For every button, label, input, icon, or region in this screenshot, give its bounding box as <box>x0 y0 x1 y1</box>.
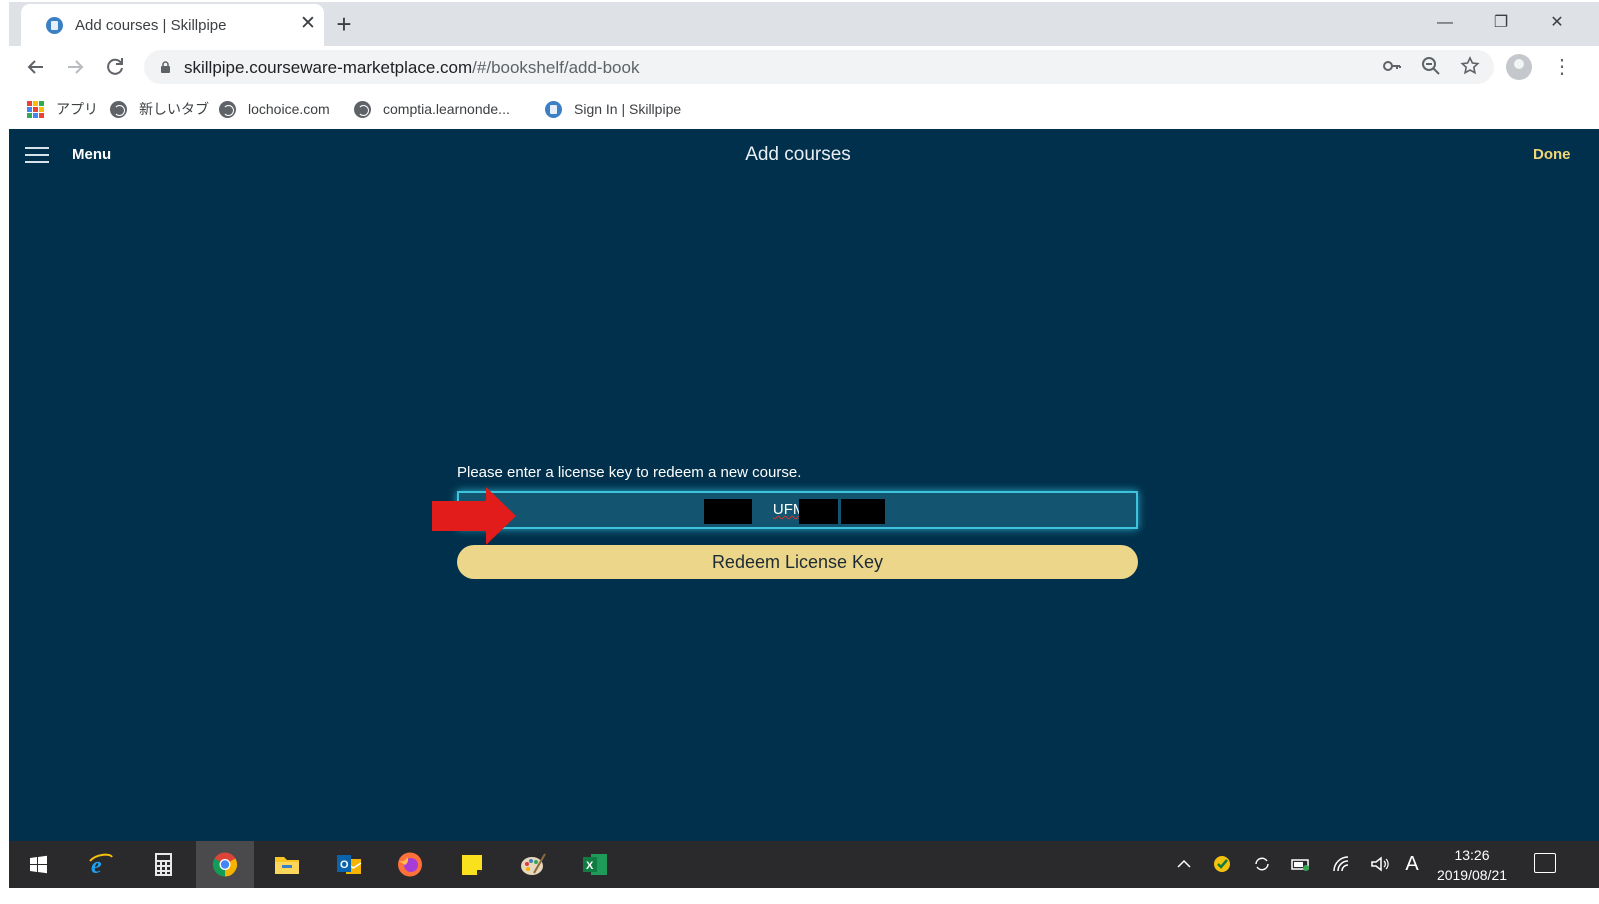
browser-toolbar: skillpipe.courseware-marketplace.com/#/b… <box>9 46 1599 88</box>
start-button[interactable] <box>9 841 67 888</box>
apps-grid-icon <box>27 100 44 118</box>
reload-icon <box>107 58 123 75</box>
skillpipe-app: Menu Add courses Done Please enter a lic… <box>9 129 1599 841</box>
calculator-icon <box>155 853 172 876</box>
folder-icon <box>275 857 299 874</box>
url-host: skillpipe.courseware-marketplace.com <box>184 58 473 77</box>
license-key-value: UFMG- <box>459 493 1136 527</box>
svg-text:X: X <box>586 860 594 872</box>
bookmark-lochoice[interactable]: lochoice.com <box>219 98 330 120</box>
redaction-block <box>799 499 838 524</box>
reload-button[interactable] <box>100 52 130 82</box>
forward-button[interactable] <box>60 52 90 82</box>
profile-avatar[interactable] <box>1506 54 1532 80</box>
back-arrow-icon <box>27 60 43 74</box>
browser-tab[interactable]: Add courses | Skillpipe ✕ <box>21 4 324 46</box>
paint-palette-icon <box>521 853 546 875</box>
windows-taskbar: e O X A 13:26 2019/08/21 <box>9 841 1599 888</box>
svg-text:O: O <box>340 859 349 871</box>
skillpipe-favicon-icon <box>46 17 63 34</box>
battery-charging-icon[interactable] <box>1290 853 1312 875</box>
address-bar[interactable]: skillpipe.courseware-marketplace.com/#/b… <box>144 50 1494 84</box>
key-icon[interactable] <box>1380 56 1404 78</box>
firefox-icon <box>398 852 422 877</box>
taskbar-outlook[interactable]: O <box>320 841 378 888</box>
windows-logo-icon <box>30 855 47 874</box>
action-center-icon[interactable] <box>1534 853 1556 873</box>
excel-icon: X <box>583 854 607 875</box>
outlook-icon: O <box>337 855 362 874</box>
globe-icon <box>219 100 236 118</box>
bookmark-label: 新しいタブ <box>139 101 209 117</box>
license-key-input[interactable]: UFMG- <box>457 491 1138 529</box>
bookmark-label: アプリ <box>56 101 98 117</box>
bookmark-apps[interactable]: アプリ <box>27 98 98 120</box>
forward-arrow-icon <box>68 60 84 74</box>
taskbar-clock[interactable]: 13:26 2019/08/21 <box>1427 845 1517 885</box>
internet-explorer-icon: e <box>89 853 113 878</box>
screen: Add courses | Skillpipe ✕ + — ❐ ✕ skillp… <box>0 0 1599 904</box>
url-path: /#/bookshelf/add-book <box>472 58 640 77</box>
taskbar-chrome[interactable] <box>196 841 254 888</box>
red-arrow-annotation <box>432 487 516 545</box>
done-button[interactable]: Done <box>1533 146 1571 163</box>
new-tab-button[interactable]: + <box>329 10 359 40</box>
sync-icon[interactable] <box>1251 853 1273 875</box>
page-title: Add courses <box>745 144 851 165</box>
bookmark-skillpipe-signin[interactable]: Sign In | Skillpipe <box>545 98 681 120</box>
bookmark-star-icon[interactable] <box>1458 56 1482 78</box>
lock-icon[interactable] <box>160 61 171 73</box>
skillpipe-icon <box>545 100 562 118</box>
wifi-icon[interactable] <box>1330 853 1352 875</box>
close-window-button[interactable]: ✕ <box>1537 8 1577 38</box>
tab-strip: Add courses | Skillpipe ✕ + — ❐ ✕ <box>9 2 1599 46</box>
bookmark-label: comptia.learnonde... <box>383 101 510 117</box>
restore-button[interactable]: ❐ <box>1481 8 1521 38</box>
chrome-icon <box>212 852 238 877</box>
bookmark-label: lochoice.com <box>248 101 330 117</box>
taskbar-sticky-notes[interactable] <box>443 841 501 888</box>
taskbar-file-explorer[interactable] <box>258 841 316 888</box>
show-hidden-icons-chevron-icon[interactable] <box>1173 853 1195 875</box>
volume-icon[interactable] <box>1369 853 1391 875</box>
url-text: skillpipe.courseware-marketplace.com/#/b… <box>184 58 639 78</box>
ime-indicator[interactable]: A <box>1401 853 1423 875</box>
tab-close-icon[interactable]: ✕ <box>297 13 319 35</box>
taskbar-calculator[interactable] <box>134 841 192 888</box>
sticky-notes-icon <box>462 855 482 875</box>
redaction-block <box>704 499 752 524</box>
taskbar-firefox[interactable] <box>381 841 439 888</box>
chrome-menu-icon[interactable]: ⋮ <box>1552 52 1572 82</box>
license-key-prompt: Please enter a license key to redeem a n… <box>457 464 802 481</box>
bookmark-label: Sign In | Skillpipe <box>574 101 682 117</box>
globe-icon <box>110 100 127 118</box>
taskbar-excel[interactable]: X <box>566 841 624 888</box>
redaction-block <box>841 499 885 524</box>
globe-icon <box>354 100 371 118</box>
minimize-button[interactable]: — <box>1425 8 1465 38</box>
norton-security-icon[interactable] <box>1211 853 1233 875</box>
bookmark-comptia[interactable]: comptia.learnonde... <box>354 98 510 120</box>
taskbar-paint[interactable] <box>504 841 562 888</box>
taskbar-internet-explorer[interactable]: e <box>72 841 130 888</box>
zoom-icon[interactable] <box>1419 56 1443 78</box>
bookmark-new-tab[interactable]: 新しいタブ <box>110 98 209 120</box>
bookmarks-bar: アプリ 新しいタブ lochoice.com comptia.learnonde… <box>9 88 1599 128</box>
tab-title: Add courses | Skillpipe <box>75 17 227 34</box>
back-button[interactable] <box>21 52 51 82</box>
redeem-license-key-button[interactable]: Redeem License Key <box>457 545 1138 579</box>
clock-time: 13:26 <box>1454 847 1490 863</box>
clock-date: 2019/08/21 <box>1436 867 1508 883</box>
